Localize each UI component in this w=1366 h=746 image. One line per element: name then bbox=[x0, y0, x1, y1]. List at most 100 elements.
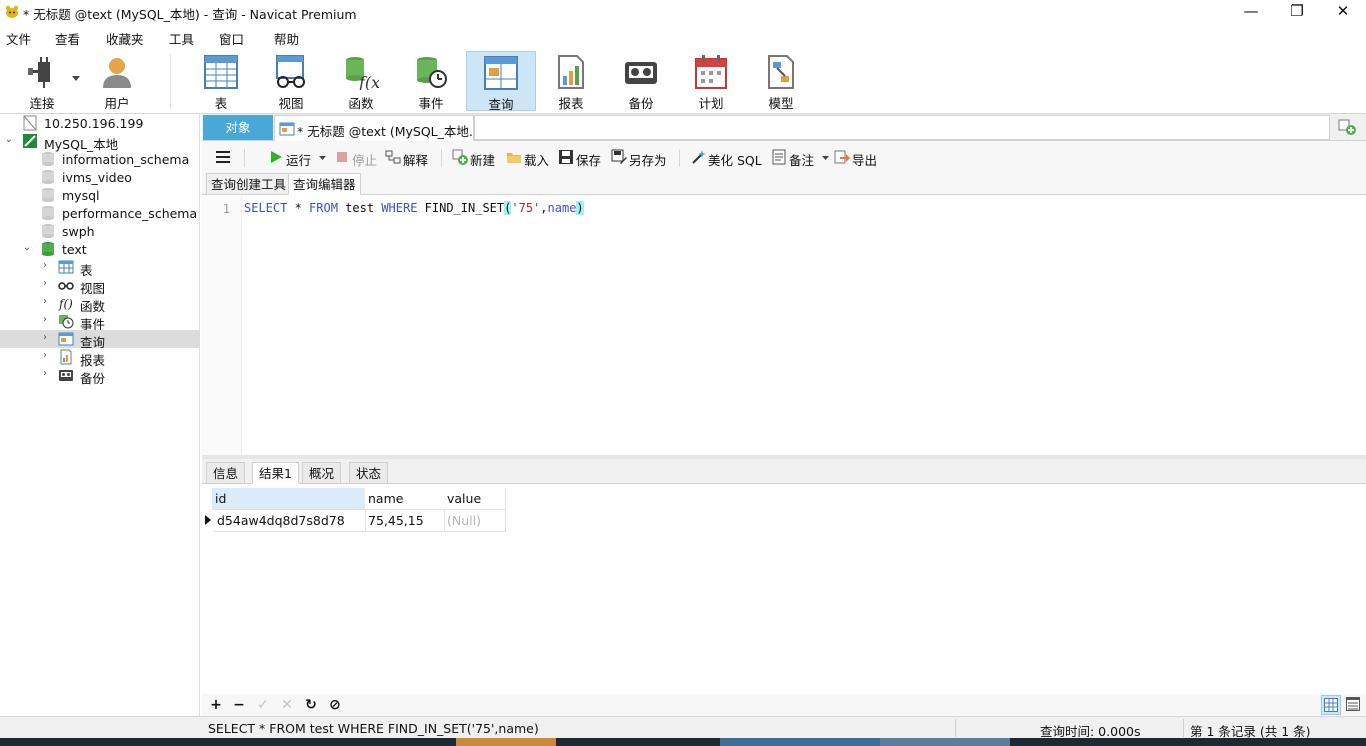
table-cell-null[interactable]: (Null) bbox=[444, 510, 506, 532]
menu-favorites[interactable]: 收藏夹 bbox=[106, 29, 144, 48]
database-icon bbox=[42, 188, 54, 202]
navicat-logo-icon bbox=[5, 5, 19, 18]
sql-code-line[interactable]: SELECT * FROM test WHERE FIND_IN_SET('75… bbox=[244, 201, 584, 215]
table-icon bbox=[204, 55, 238, 89]
chevron-down-icon[interactable]: ⌄ bbox=[4, 135, 14, 145]
menu-file[interactable]: 文件 bbox=[6, 29, 31, 48]
tree-item-database[interactable]: swph bbox=[0, 222, 200, 240]
tab-query[interactable]: * 无标题 @text (MySQL_本地... bbox=[274, 115, 474, 141]
menu-help[interactable]: 帮助 bbox=[274, 29, 299, 48]
taskbar-item[interactable] bbox=[880, 738, 1010, 746]
chevron-down-icon[interactable] bbox=[822, 156, 829, 161]
chevron-down-icon[interactable] bbox=[72, 76, 80, 82]
query-icon bbox=[484, 56, 518, 90]
stop-loading-button[interactable]: ⊘ bbox=[327, 697, 343, 713]
refresh-button[interactable]: ↻ bbox=[303, 697, 319, 713]
tree-item-reports[interactable]: › 报表 bbox=[0, 348, 200, 368]
tab-objects[interactable]: 对象 bbox=[203, 115, 273, 140]
tree-item-functions[interactable]: › f() 函数 bbox=[0, 294, 200, 315]
column-header-id[interactable]: id bbox=[212, 488, 366, 510]
tab-query-builder[interactable]: 查询创建工具 bbox=[206, 173, 292, 195]
taskbar-item[interactable] bbox=[720, 738, 880, 746]
tree-item-database[interactable]: performance_schema bbox=[0, 204, 200, 222]
tree-item-host[interactable]: 10.250.196.199 bbox=[0, 114, 200, 132]
chevron-right-icon[interactable]: › bbox=[40, 261, 50, 271]
add-record-button[interactable]: + bbox=[208, 697, 224, 713]
event-label: 事件 bbox=[418, 96, 444, 111]
status-divider bbox=[955, 719, 956, 737]
comment-icon bbox=[772, 149, 786, 165]
table-cell[interactable]: 75,45,15 bbox=[365, 510, 445, 532]
database-icon bbox=[42, 206, 54, 220]
column-header-value[interactable]: value bbox=[444, 488, 506, 510]
table-icon bbox=[58, 260, 74, 274]
table-cell[interactable]: d54aw4dq8d7s8d78 bbox=[214, 510, 366, 532]
tree-item-connection[interactable]: ⌄ MySQL_本地 bbox=[0, 132, 200, 152]
sql-keyword: FROM bbox=[309, 201, 338, 215]
tree-item-queries[interactable]: › 查询 bbox=[0, 330, 200, 350]
chevron-down-icon[interactable]: ⌄ bbox=[22, 243, 32, 253]
chevron-right-icon[interactable]: › bbox=[40, 279, 50, 289]
apply-changes-button[interactable]: ✓ bbox=[255, 697, 271, 713]
tree-item-backups[interactable]: › 备份 bbox=[0, 366, 200, 387]
tab-profile[interactable]: 概况 bbox=[302, 462, 342, 484]
menu-window[interactable]: 窗口 bbox=[219, 29, 244, 48]
tree-item-database-open[interactable]: ⌄ text bbox=[0, 240, 200, 258]
backup-button[interactable]: 备份 bbox=[608, 51, 674, 111]
form-view-button[interactable] bbox=[1344, 695, 1364, 715]
report-label: 报表 bbox=[558, 96, 584, 111]
tab-info[interactable]: 信息 bbox=[206, 462, 246, 484]
connect-button[interactable]: 连接 bbox=[14, 51, 70, 111]
tree-item-tables[interactable]: › 表 bbox=[0, 258, 200, 278]
table-button[interactable]: 表 bbox=[188, 51, 254, 111]
tree-item-database[interactable]: information_schema bbox=[0, 150, 200, 168]
model-button[interactable]: 模型 bbox=[748, 51, 814, 111]
tab-query-editor[interactable]: 查询编辑器 bbox=[288, 173, 361, 195]
close-button[interactable]: ✕ bbox=[1320, 0, 1366, 24]
chevron-right-icon[interactable]: › bbox=[40, 315, 50, 325]
tab-status[interactable]: 状态 bbox=[349, 462, 389, 484]
tree-item-label: mysql bbox=[62, 188, 100, 203]
schedule-button[interactable]: 计划 bbox=[678, 51, 744, 111]
model-icon bbox=[768, 55, 794, 89]
query-button[interactable]: 查询 bbox=[466, 51, 536, 112]
chevron-right-icon[interactable]: › bbox=[40, 297, 50, 307]
user-label: 用户 bbox=[104, 96, 130, 111]
tree-item-database[interactable]: ivms_video bbox=[0, 168, 200, 186]
tab-result-1[interactable]: 结果1 bbox=[252, 462, 299, 484]
grid-toolbar: + − ✓ ✕ ↻ ⊘ bbox=[202, 694, 1366, 716]
discard-changes-button[interactable]: ✕ bbox=[279, 697, 295, 713]
event-button[interactable]: 事件 bbox=[398, 51, 464, 111]
sql-editor[interactable]: 1 SELECT * FROM test WHERE FIND_IN_SET('… bbox=[202, 196, 1366, 455]
connect-label: 连接 bbox=[29, 96, 55, 111]
server-icon bbox=[23, 115, 37, 131]
column-header-name[interactable]: name bbox=[365, 488, 445, 510]
minimize-button[interactable]: — bbox=[1228, 0, 1274, 24]
document-tab-strip: 对象 * 无标题 @text (MySQL_本地... bbox=[202, 114, 1366, 141]
chevron-right-icon[interactable]: › bbox=[40, 333, 50, 343]
chevron-right-icon[interactable]: › bbox=[40, 351, 50, 361]
tree-item-database[interactable]: mysql bbox=[0, 186, 200, 204]
delete-record-button[interactable]: − bbox=[231, 697, 247, 713]
report-icon bbox=[60, 349, 72, 365]
database-open-icon bbox=[42, 242, 54, 256]
new-tab-icon[interactable] bbox=[1336, 117, 1358, 137]
menu-view[interactable]: 查看 bbox=[55, 29, 80, 48]
tree-item-events[interactable]: › 事件 bbox=[0, 312, 200, 333]
export-icon bbox=[834, 150, 850, 164]
chevron-right-icon[interactable]: › bbox=[40, 369, 50, 379]
chevron-down-icon[interactable] bbox=[319, 156, 326, 161]
function-button[interactable]: f(x) 函数 bbox=[328, 51, 394, 111]
menu-tools[interactable]: 工具 bbox=[169, 29, 194, 48]
grid-view-button[interactable] bbox=[1321, 695, 1341, 715]
report-button[interactable]: 报表 bbox=[538, 51, 604, 111]
view-button[interactable]: 视图 bbox=[258, 51, 324, 111]
result-grid[interactable]: id name value d54aw4dq8d7s8d78 75,45,15 … bbox=[202, 484, 1366, 694]
sql-token: , bbox=[540, 201, 548, 215]
user-button[interactable]: 用户 bbox=[90, 51, 144, 111]
taskbar-item[interactable] bbox=[456, 738, 556, 746]
tree-item-views[interactable]: › 视图 bbox=[0, 276, 200, 297]
save-as-label: 另存为 bbox=[629, 153, 667, 168]
stop-icon bbox=[337, 152, 347, 162]
restore-button[interactable]: ❐ bbox=[1274, 0, 1320, 24]
